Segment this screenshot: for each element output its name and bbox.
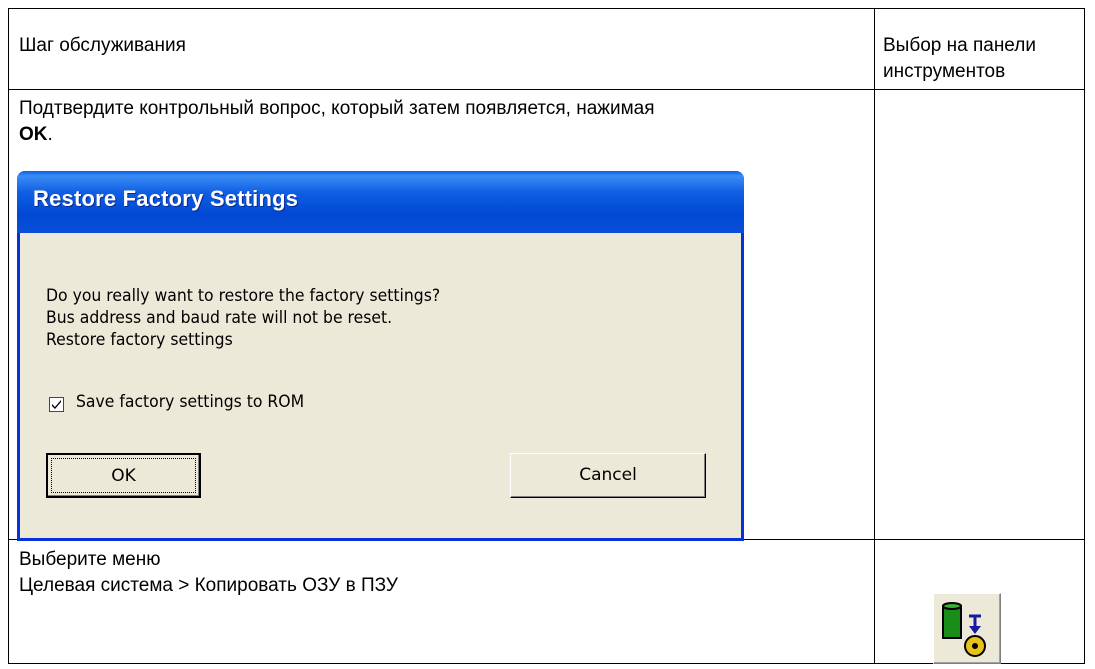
menu-path: Целевая система > Копировать ОЗУ в ПЗУ bbox=[19, 575, 398, 596]
save-to-rom-label[interactable]: Save factory settings to ROM bbox=[76, 391, 304, 413]
header-toolbar-line1: Выбор на панели bbox=[883, 35, 1036, 56]
header-toolbar-selection: Выбор на панели инструментов bbox=[883, 33, 1083, 85]
step-menu-line1: Выберите меню bbox=[19, 549, 161, 570]
dialog-title: Restore Factory Settings bbox=[33, 186, 299, 211]
save-to-rom-checkbox[interactable] bbox=[49, 397, 64, 412]
cancel-button-label: Cancel bbox=[579, 465, 637, 485]
copy-ram-to-rom-glyph bbox=[942, 602, 986, 657]
step-confirm-period: . bbox=[47, 124, 53, 145]
restore-factory-settings-dialog: Restore Factory Settings Do you really w… bbox=[17, 171, 744, 541]
step-confirm-line2: OK. bbox=[19, 122, 869, 148]
dialog-message-line3: Restore factory settings bbox=[46, 330, 233, 350]
header-maintenance-step: Шаг обслуживания bbox=[19, 35, 186, 56]
ok-keyword: OK bbox=[19, 124, 48, 145]
step-confirm-text: Подтвердите контрольный вопрос, который … bbox=[19, 96, 869, 148]
ok-button[interactable]: OK bbox=[46, 453, 201, 498]
dialog-message-line2: Bus address and baud rate will not be re… bbox=[46, 308, 393, 328]
copy-ram-to-rom-icon[interactable] bbox=[933, 593, 1001, 664]
procedure-table: Шаг обслуживания Выбор на панели инструм… bbox=[8, 8, 1085, 664]
ok-button-label: OK bbox=[111, 466, 136, 486]
step-confirm-line1: Подтвердите контрольный вопрос, который … bbox=[19, 98, 655, 119]
cancel-button[interactable]: Cancel bbox=[510, 453, 706, 498]
checkmark-icon bbox=[52, 400, 61, 409]
dialog-message-line1: Do you really want to restore the factor… bbox=[46, 286, 441, 306]
dialog-title-bar[interactable]: Restore Factory Settings bbox=[17, 171, 744, 233]
step-menu-text: Выберите меню Целевая система > Копирова… bbox=[19, 547, 869, 599]
header-toolbar-line2: инструментов bbox=[883, 61, 1006, 82]
